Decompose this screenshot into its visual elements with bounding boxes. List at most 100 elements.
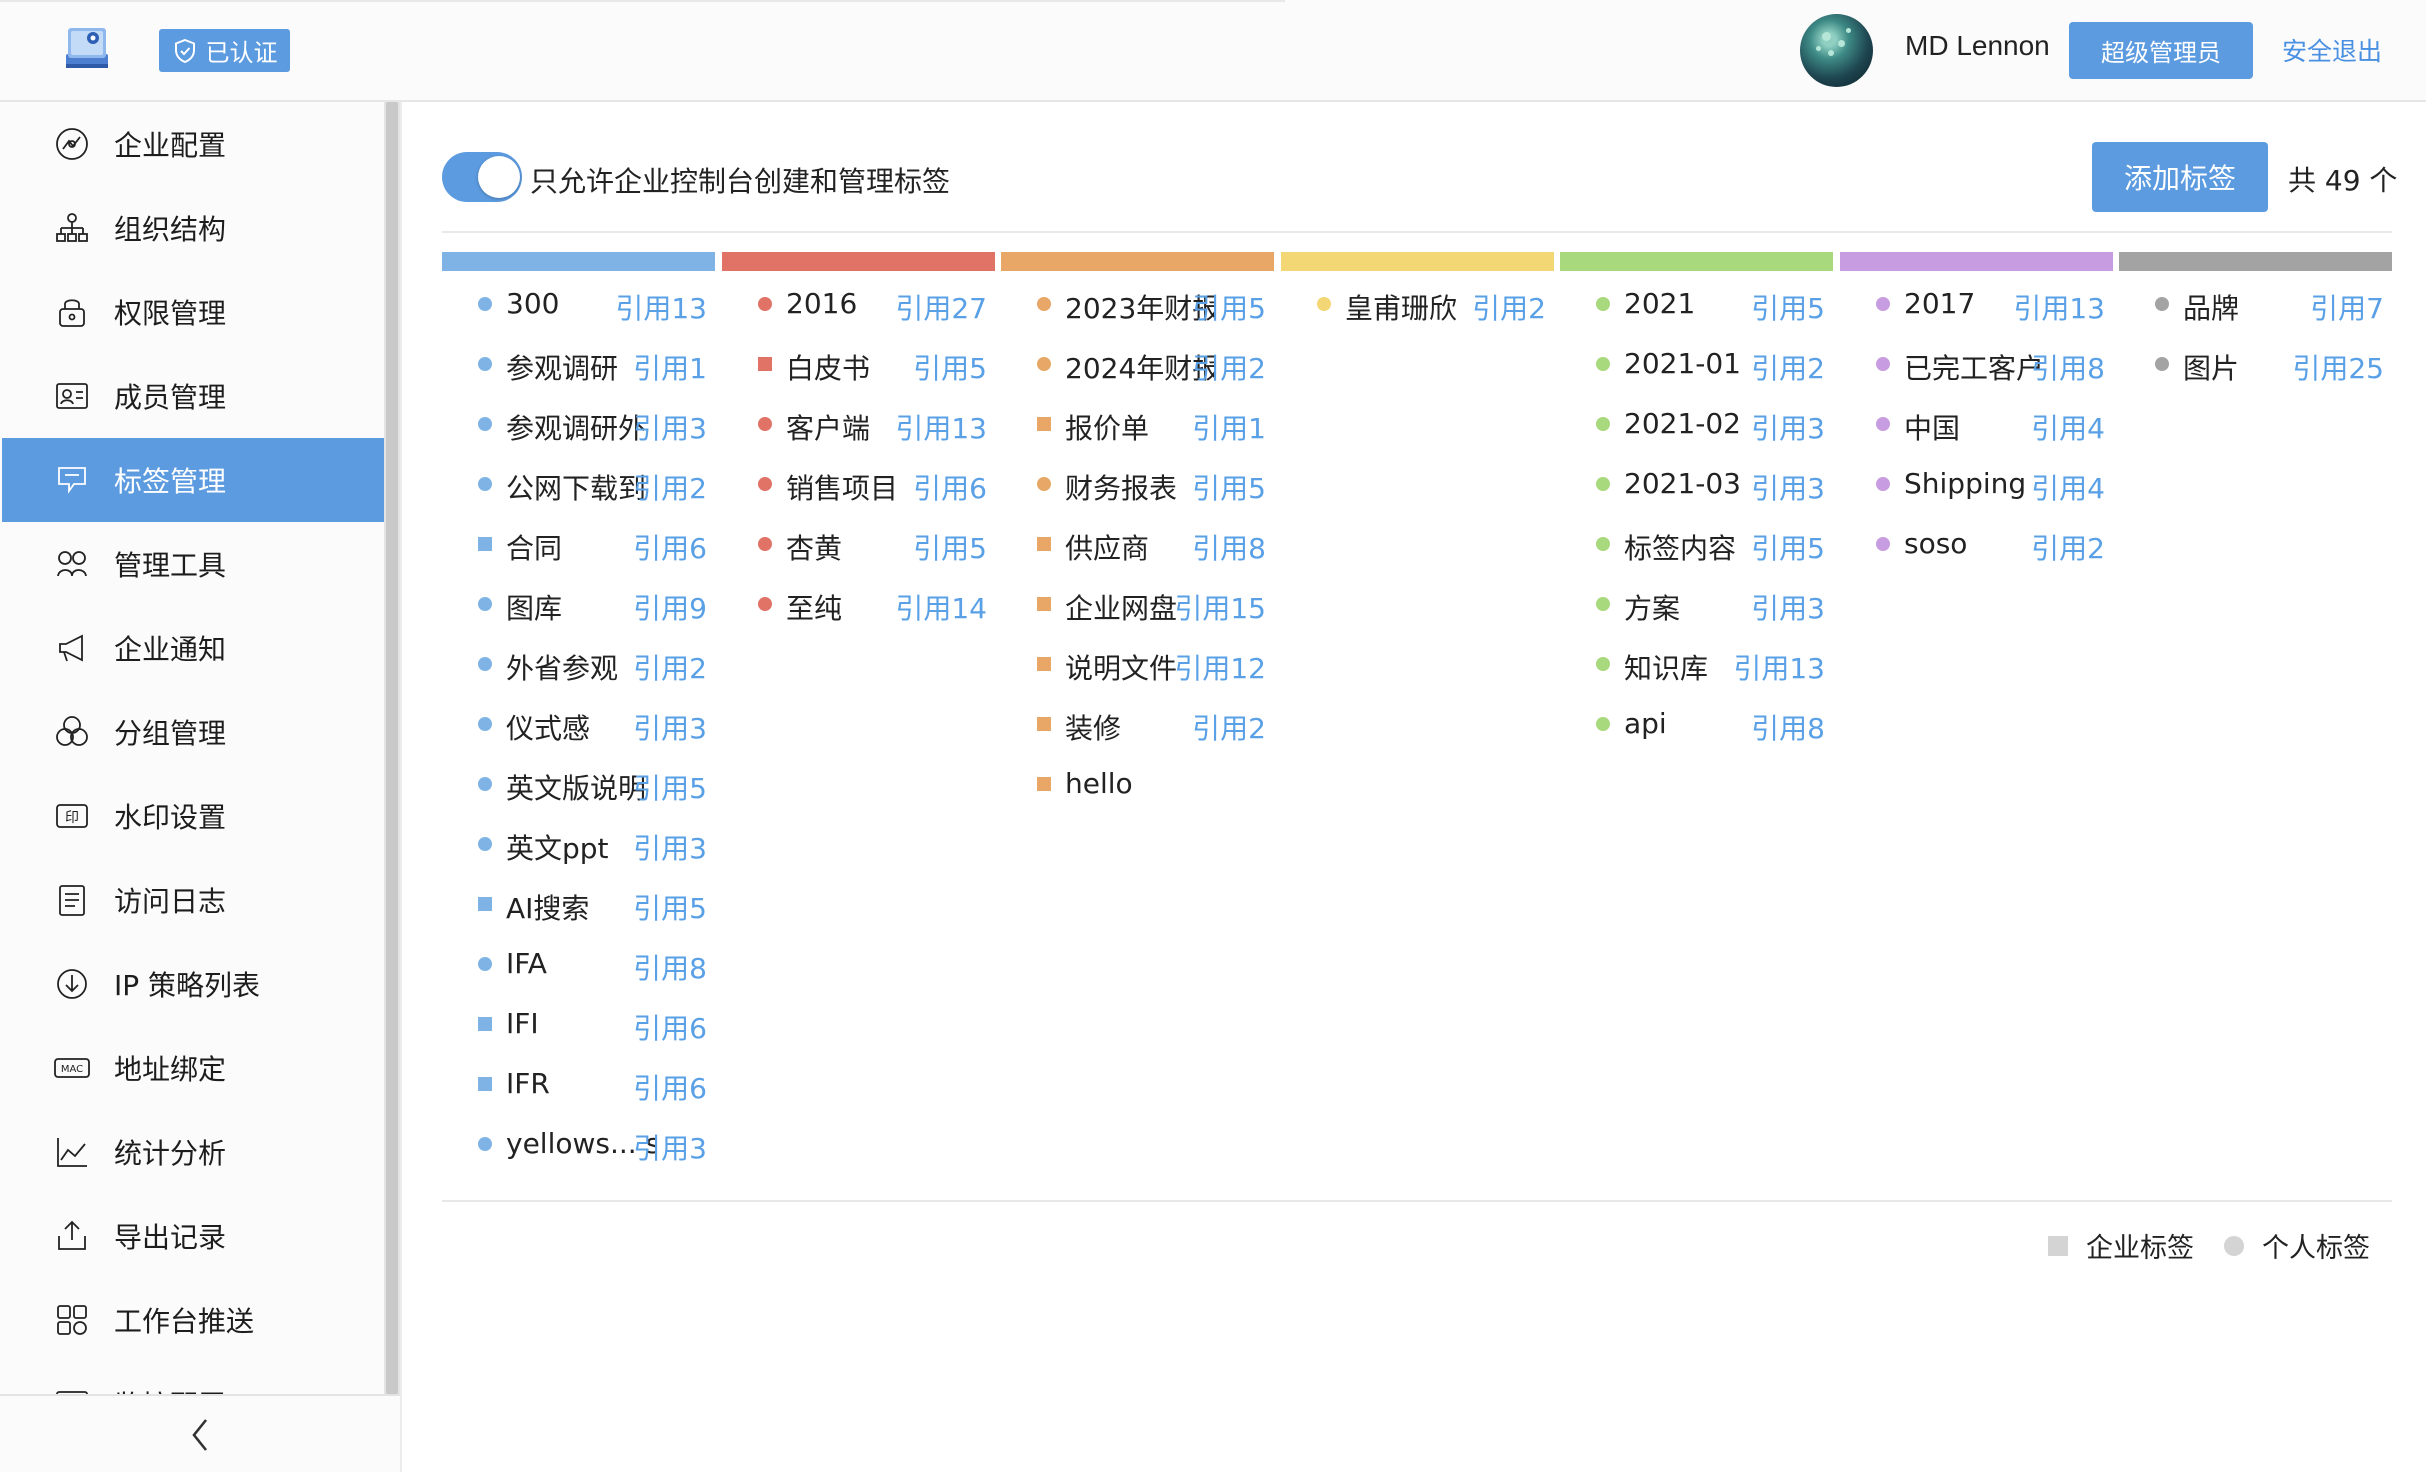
tag-reference-count[interactable]: 引用8 <box>2031 347 2105 387</box>
sidebar-item-2[interactable]: 组织结构 <box>2 186 384 270</box>
tag-reference-count[interactable]: 引用7 <box>2310 287 2384 327</box>
tag-item[interactable]: 2021-02 引用3 <box>1560 391 1833 451</box>
tag-item[interactable]: IFI 引用6 <box>442 991 715 1051</box>
tag-item[interactable]: api 引用8 <box>1560 691 1833 751</box>
tag-reference-count[interactable]: 引用13 <box>895 407 987 447</box>
sidebar-item-15[interactable]: 工作台推送 <box>2 1278 384 1362</box>
tag-reference-count[interactable]: 引用3 <box>633 707 707 747</box>
tag-reference-count[interactable]: 引用2 <box>1751 347 1825 387</box>
tag-item[interactable]: 方案 引用3 <box>1560 571 1833 631</box>
tag-item[interactable]: 中国 引用4 <box>1840 391 2113 451</box>
tag-reference-count[interactable]: 引用2 <box>2031 527 2105 567</box>
sidebar-item-6[interactable]: 管理工具 <box>2 522 384 606</box>
tag-item[interactable]: 标签内容 引用5 <box>1560 511 1833 571</box>
sidebar-item-11[interactable]: IP 策略列表 <box>2 942 384 1026</box>
tag-item[interactable]: 杏黄 引用5 <box>722 511 995 571</box>
sidebar-item-12[interactable]: MAC 地址绑定 <box>2 1026 384 1110</box>
tag-item[interactable]: yellows... s 引用3 <box>442 1111 715 1171</box>
tag-reference-count[interactable]: 引用5 <box>1192 287 1266 327</box>
tag-reference-count[interactable]: 引用2 <box>633 647 707 687</box>
tag-reference-count[interactable]: 引用12 <box>1174 647 1266 687</box>
tag-reference-count[interactable]: 引用5 <box>1192 467 1266 507</box>
tag-reference-count[interactable]: 引用25 <box>2292 347 2384 387</box>
tag-reference-count[interactable]: 引用3 <box>633 827 707 867</box>
tag-reference-count[interactable]: 引用3 <box>1751 467 1825 507</box>
sidebar-item-7[interactable]: 企业通知 <box>2 606 384 690</box>
add-tag-button[interactable]: 添加标签 <box>2092 142 2268 212</box>
tag-reference-count[interactable]: 引用13 <box>2013 287 2105 327</box>
sidebar-item-3[interactable]: 权限管理 <box>2 270 384 354</box>
tag-item[interactable]: 2017 引用13 <box>1840 271 2113 331</box>
tag-item[interactable]: 财务报表 引用5 <box>1001 451 1274 511</box>
tag-item[interactable]: 仪式感 引用3 <box>442 691 715 751</box>
tag-item[interactable]: 至纯 引用14 <box>722 571 995 631</box>
tag-reference-count[interactable]: 引用5 <box>913 347 987 387</box>
tag-item[interactable]: hello <box>1001 751 1274 811</box>
tag-item[interactable]: 2016 引用27 <box>722 271 995 331</box>
sidebar-item-10[interactable]: 访问日志 <box>2 858 384 942</box>
tag-reference-count[interactable]: 引用6 <box>633 1067 707 1107</box>
sidebar-item-8[interactable]: 分组管理 <box>2 690 384 774</box>
tag-item[interactable]: 图片 引用25 <box>2119 331 2392 391</box>
tag-item[interactable]: 2021-01 引用2 <box>1560 331 1833 391</box>
sidebar-item-9[interactable]: 印 水印设置 <box>2 774 384 858</box>
tag-item[interactable]: IFA 引用8 <box>442 931 715 991</box>
sidebar-scrollbar-thumb[interactable] <box>386 102 398 1394</box>
tag-item[interactable]: 皇甫珊欣 引用2 <box>1281 271 1554 331</box>
tag-reference-count[interactable]: 引用2 <box>1472 287 1546 327</box>
tag-reference-count[interactable]: 引用8 <box>1751 707 1825 747</box>
tag-item[interactable]: 2024年财报 引用2 <box>1001 331 1274 391</box>
tag-item[interactable]: 2023年财报 引用5 <box>1001 271 1274 331</box>
admin-only-toggle[interactable] <box>442 152 522 202</box>
tag-item[interactable]: 企业网盘 引用15 <box>1001 571 1274 631</box>
tag-item[interactable]: 已完工客户 引用8 <box>1840 331 2113 391</box>
logout-link[interactable]: 安全退出 <box>2282 32 2382 68</box>
tag-item[interactable]: 外省参观 引用2 <box>442 631 715 691</box>
tag-reference-count[interactable]: 引用8 <box>633 947 707 987</box>
tag-reference-count[interactable]: 引用5 <box>1751 287 1825 327</box>
tag-reference-count[interactable]: 引用27 <box>895 287 987 327</box>
tag-reference-count[interactable]: 引用2 <box>633 467 707 507</box>
tag-item[interactable]: 销售项目 引用6 <box>722 451 995 511</box>
tag-item[interactable]: 说明文件 引用12 <box>1001 631 1274 691</box>
tag-item[interactable]: Shipping 引用4 <box>1840 451 2113 511</box>
tag-item[interactable]: 参观调研 引用1 <box>442 331 715 391</box>
tag-item[interactable]: 图库 引用9 <box>442 571 715 631</box>
tag-item[interactable]: 合同 引用6 <box>442 511 715 571</box>
tag-reference-count[interactable]: 引用5 <box>633 887 707 927</box>
tag-item[interactable]: 白皮书 引用5 <box>722 331 995 391</box>
tag-item[interactable]: 供应商 引用8 <box>1001 511 1274 571</box>
tag-reference-count[interactable]: 引用4 <box>2031 407 2105 447</box>
tag-item[interactable]: 知识库 引用13 <box>1560 631 1833 691</box>
tag-item[interactable]: 英文版说明 引用5 <box>442 751 715 811</box>
tag-reference-count[interactable]: 引用3 <box>1751 407 1825 447</box>
tag-reference-count[interactable]: 引用4 <box>2031 467 2105 507</box>
tag-reference-count[interactable]: 引用5 <box>633 767 707 807</box>
tag-reference-count[interactable]: 引用6 <box>913 467 987 507</box>
tag-reference-count[interactable]: 引用15 <box>1174 587 1266 627</box>
tag-item[interactable]: 报价单 引用1 <box>1001 391 1274 451</box>
sidebar-item-14[interactable]: 导出记录 <box>2 1194 384 1278</box>
tag-item[interactable]: 品牌 引用7 <box>2119 271 2392 331</box>
tag-item[interactable]: soso 引用2 <box>1840 511 2113 571</box>
collapse-sidebar-button[interactable] <box>186 1416 216 1454</box>
tag-reference-count[interactable]: 引用2 <box>1192 707 1266 747</box>
avatar[interactable] <box>1800 14 1873 87</box>
sidebar-item-5[interactable]: 标签管理 <box>2 438 384 522</box>
tag-reference-count[interactable]: 引用9 <box>633 587 707 627</box>
sidebar-item-13[interactable]: 统计分析 <box>2 1110 384 1194</box>
tag-reference-count[interactable]: 引用3 <box>633 407 707 447</box>
tag-item[interactable]: 装修 引用2 <box>1001 691 1274 751</box>
tag-reference-count[interactable]: 引用5 <box>1751 527 1825 567</box>
sidebar-item-4[interactable]: 成员管理 <box>2 354 384 438</box>
tag-reference-count[interactable]: 引用1 <box>1192 407 1266 447</box>
tag-item[interactable]: 参观调研外 引用3 <box>442 391 715 451</box>
tag-item[interactable]: 公网下载到 引用2 <box>442 451 715 511</box>
tag-reference-count[interactable]: 引用3 <box>633 1127 707 1167</box>
app-logo-icon[interactable] <box>62 24 112 72</box>
tag-item[interactable]: IFR 引用6 <box>442 1051 715 1111</box>
tag-item[interactable]: 300 引用13 <box>442 271 715 331</box>
tag-reference-count[interactable]: 引用6 <box>633 1007 707 1047</box>
tag-reference-count[interactable]: 引用14 <box>895 587 987 627</box>
tag-reference-count[interactable]: 引用1 <box>633 347 707 387</box>
